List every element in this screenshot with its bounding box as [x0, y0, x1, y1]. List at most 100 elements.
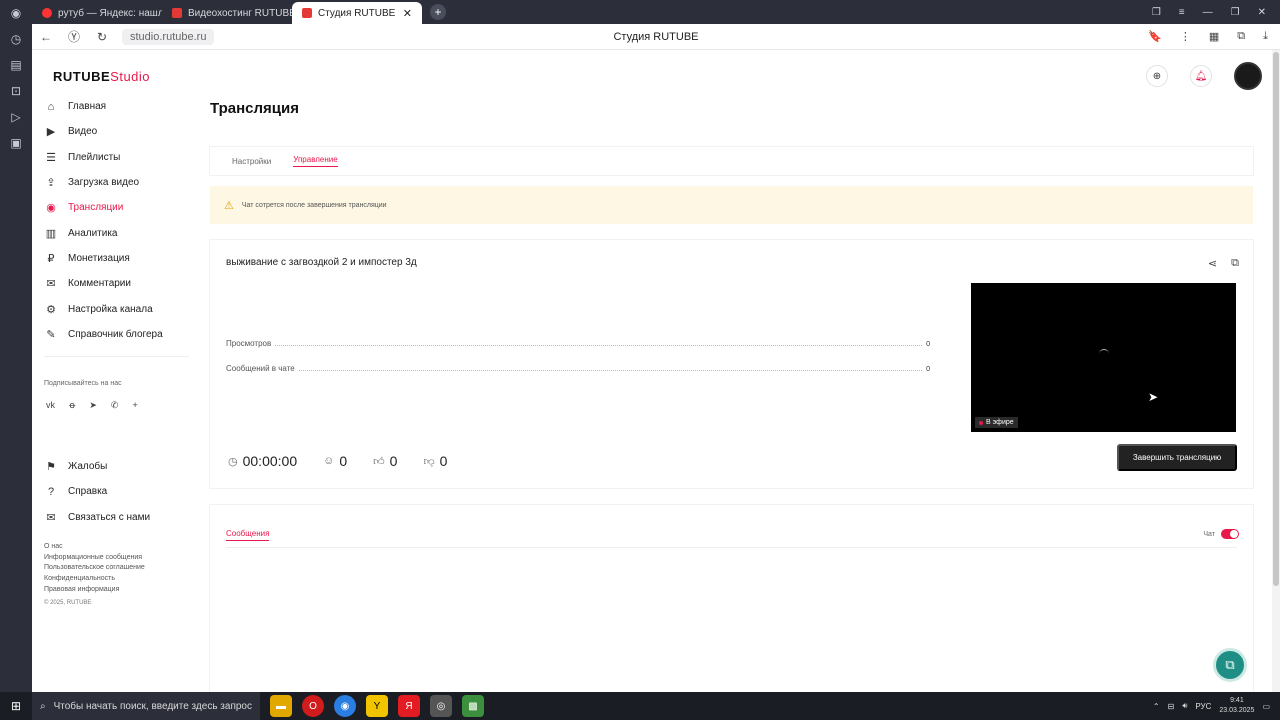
viewers-metric: ☺ 0 [323, 453, 348, 469]
system-tray: ⌃ ⊟ 🔊︎ РУС 9:41 23.03.2025 ▭ [1153, 696, 1280, 716]
maximize-icon[interactable]: ❐ [1231, 7, 1240, 18]
back-icon[interactable]: ← [32, 30, 60, 44]
sidebar-item-blogger-guide[interactable]: ✎ Справочник блогера [44, 322, 194, 347]
sidebar-item-analytics[interactable]: ▥ Аналитика [44, 220, 194, 245]
clock-icon: ◷ [228, 455, 238, 468]
menu-icon[interactable]: ≡ [1179, 7, 1185, 18]
open-external-icon[interactable]: ⧉ [1231, 257, 1239, 270]
analytics-icon: ▥ [45, 227, 57, 240]
minecraft-icon[interactable]: ▩ [462, 695, 484, 717]
stream-metrics: ◷ 00:00:00 ☺ 0 👍︎ 0 👎︎ 0 [228, 453, 447, 469]
more-icon[interactable]: ⋮ [1180, 30, 1191, 43]
vk-icon[interactable]: vk [46, 400, 55, 411]
broadcast-tabs: Настройки Управление [210, 147, 1253, 175]
viber-icon[interactable]: ✆ [111, 400, 119, 411]
more-socials-icon[interactable]: + [132, 400, 137, 411]
stream-preview-player[interactable]: В эфире [971, 283, 1236, 432]
notes-icon[interactable]: ▣ [0, 130, 32, 156]
stream-card: выживание с загвоздкой 2 и импостер 3д ⋖… [210, 240, 1253, 488]
download-icon[interactable]: ⤓ [1263, 30, 1268, 43]
play-icon[interactable]: ▷ [0, 104, 32, 130]
yandex-icon[interactable]: Ⓨ [60, 28, 88, 45]
sidebar-secondary: ⚑ Жалобы ? Справка ✉ Связаться с нами [44, 454, 194, 530]
minimize-icon[interactable]: — [1203, 7, 1213, 18]
share-icon[interactable]: ⋖ [1208, 257, 1217, 270]
notifications-icon[interactable]: ▭ [1262, 702, 1270, 711]
yandex-favicon-icon [42, 8, 52, 18]
help-icon: ? [47, 485, 55, 498]
bookmark-icon[interactable]: 🔖 [1148, 30, 1162, 43]
tray-arrow-icon[interactable]: ⌃ [1153, 702, 1160, 711]
close-window-icon[interactable]: ✕ [1258, 7, 1266, 18]
close-tab-icon[interactable]: ✕ [403, 7, 412, 20]
sidebar-item-broadcasts[interactable]: ◉ Трансляции [44, 195, 194, 220]
browser-tab-rutube[interactable]: Видеохостинг RUTUBE. С [162, 2, 292, 24]
sidebar-item-channel-settings[interactable]: ⚙ Настройка канала [44, 296, 194, 321]
collections-icon[interactable]: ▤ [0, 52, 32, 78]
flag-icon: ⚑ [46, 461, 56, 474]
volume-icon[interactable]: 🔊︎ [1182, 701, 1187, 711]
sidebar-item-home[interactable]: ⌂ Главная [44, 94, 194, 119]
chat-toggle-group: Чат [1203, 529, 1239, 539]
rutube-studio-logo[interactable]: RUTUBEStudio [53, 69, 150, 84]
bookmarks-icon[interactable]: ❐ [1152, 7, 1161, 18]
footer-link[interactable]: Информационные сообщения [44, 553, 145, 564]
tab-settings[interactable]: Настройки [232, 157, 271, 166]
new-tab-button[interactable]: + [430, 4, 446, 20]
upload-icon: ⇪ [46, 177, 56, 190]
clock[interactable]: 9:41 23.03.2025 [1219, 696, 1254, 716]
file-explorer-icon[interactable]: ▬ [270, 695, 292, 717]
address-bar: ← Ⓨ ↻ studio.rutube.ru Студия RUTUBE 🔖 ⋮… [32, 24, 1280, 50]
page-scrollbar[interactable] [1272, 50, 1280, 692]
windows-start-icon[interactable]: ⊞ [0, 699, 32, 713]
tab-messages[interactable]: Сообщения [226, 529, 270, 541]
add-content-icon[interactable]: ⊕ [1146, 65, 1168, 87]
language-indicator[interactable]: РУС [1195, 702, 1211, 711]
sidebar-item-contact[interactable]: ✉ Связаться с нами [44, 505, 194, 530]
mail-icon: ✉ [46, 511, 56, 524]
sidebar-item-complaints[interactable]: ⚑ Жалобы [44, 454, 194, 479]
extensions-icon[interactable]: ▦ [1209, 30, 1219, 43]
puzzle-icon[interactable]: ⧉ [1237, 30, 1245, 43]
ok-icon[interactable]: ꝋ [69, 400, 75, 411]
sidebar-item-upload[interactable]: ⇪ Загрузка видео [44, 170, 194, 195]
chrome-icon[interactable]: ◉ [334, 695, 356, 717]
stat-views: Просмотров 0 [226, 339, 930, 348]
sidebar-item-comments[interactable]: ✉ Комментарии [44, 271, 194, 296]
browser-tabbar: рутуб — Яндекс: нашлось Видеохостинг RUT… [32, 0, 1280, 24]
monetization-icon: ₽ [47, 252, 55, 265]
yandex-icon[interactable]: Я [398, 695, 420, 717]
telegram-icon[interactable]: ➤ [89, 400, 97, 411]
reload-icon[interactable]: ↻ [88, 30, 116, 44]
network-icon[interactable]: ⊟ [1168, 702, 1175, 711]
browser-tab-yandex[interactable]: рутуб — Яндекс: нашлось [32, 2, 162, 24]
taskbar-search[interactable]: ⌕ Чтобы начать поиск, введите здесь запр… [32, 692, 260, 720]
yandex-browser-icon[interactable]: Y [366, 695, 388, 717]
likes-metric: 👍︎ 0 [373, 453, 398, 469]
chat-toggle[interactable] [1221, 529, 1239, 539]
sidebar-item-monetization[interactable]: ₽ Монетизация [44, 246, 194, 271]
playlist-icon: ☰ [46, 151, 56, 164]
avatar[interactable] [1234, 62, 1262, 90]
history-icon[interactable]: ◷ [0, 26, 32, 52]
footer-link[interactable]: О нас [44, 542, 145, 553]
tab-management[interactable]: Управление [293, 155, 338, 167]
sidebar-item-help[interactable]: ? Справка [44, 479, 194, 504]
scrollbar-thumb[interactable] [1273, 52, 1279, 586]
loading-spinner-icon [1099, 349, 1109, 359]
footer-link[interactable]: Пользовательское соглашение [44, 563, 145, 574]
obs-icon[interactable]: ◎ [430, 695, 452, 717]
opera-icon[interactable]: O [302, 695, 324, 717]
browser-menu-icon[interactable]: ◉ [0, 0, 32, 26]
footer-link[interactable]: Правовая информация [44, 585, 145, 596]
support-chat-button[interactable]: ⧉ [1213, 648, 1247, 682]
rutube-favicon-icon [172, 8, 182, 18]
sidebar-item-playlists[interactable]: ☰ Плейлисты [44, 145, 194, 170]
footer-link[interactable]: Конфиденциальность [44, 574, 145, 585]
url-field[interactable]: studio.rutube.ru [122, 28, 215, 45]
sidebar-item-video[interactable]: ▶ Видео [44, 119, 194, 144]
bell-icon[interactable]: 🔔︎ [1190, 65, 1212, 87]
browser-tab-studio[interactable]: Студия RUTUBE ✕ [292, 2, 422, 24]
end-stream-button[interactable]: Завершить трансляцию [1117, 444, 1237, 471]
downloads-icon[interactable]: ⊡ [0, 78, 32, 104]
